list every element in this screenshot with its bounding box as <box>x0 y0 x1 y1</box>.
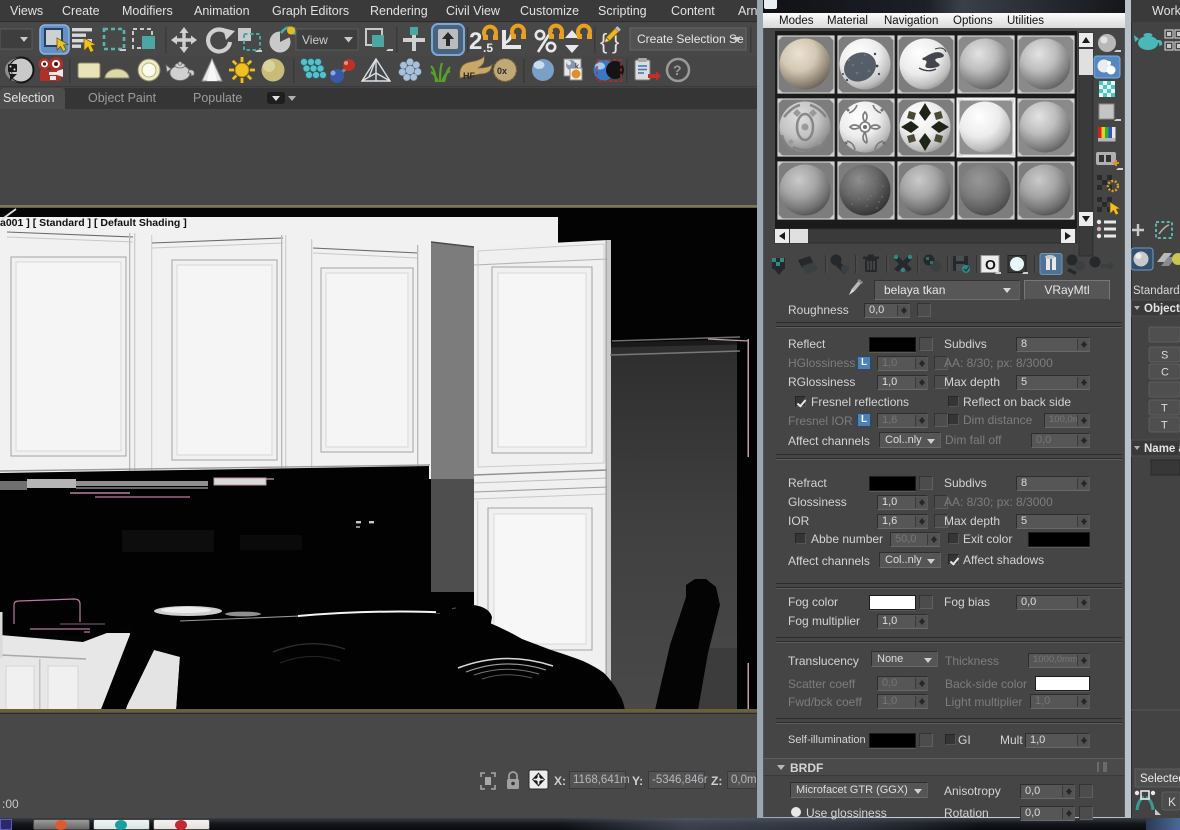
svg-text:a001 ] [ Standard ] [ Default: a001 ] [ Standard ] [ Default Shading ] <box>0 217 187 229</box>
svg-text:K: K <box>1168 795 1176 809</box>
svg-text:T: T <box>1161 420 1168 432</box>
svg-text:O: O <box>985 257 996 273</box>
svg-text:?: ? <box>673 62 682 78</box>
svg-text:HF: HF <box>463 71 475 81</box>
svg-text:C: C <box>1161 367 1169 379</box>
svg-text:Create Selection Se: Create Selection Se <box>637 32 744 46</box>
svg-text:2: 2 <box>469 28 482 55</box>
svg-text:.5: .5 <box>483 41 493 55</box>
svg-text:Selected: Selected <box>1140 773 1180 785</box>
svg-text:Object T: Object T <box>1144 303 1180 315</box>
svg-text:T: T <box>1161 403 1168 415</box>
svg-text:View: View <box>302 33 328 47</box>
svg-text:Name a: Name a <box>1144 443 1180 455</box>
svg-text:Standard Pr: Standard Pr <box>1133 285 1180 297</box>
svg-text:0x: 0x <box>497 66 507 76</box>
svg-text:S: S <box>1161 350 1168 362</box>
